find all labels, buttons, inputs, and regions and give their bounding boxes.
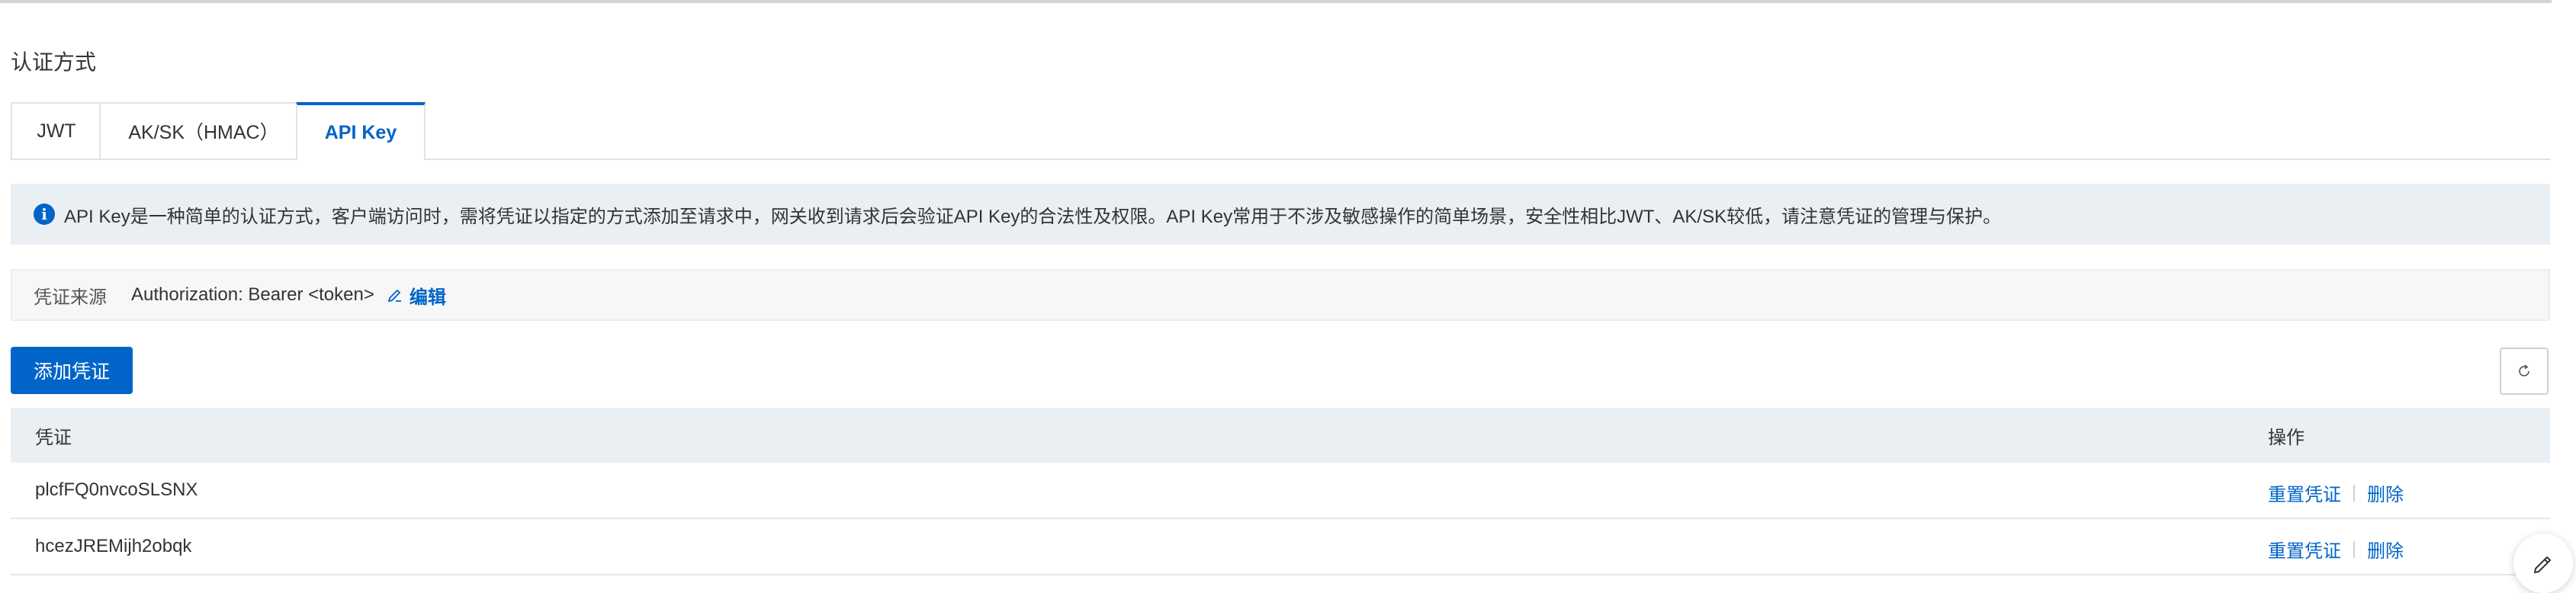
edit-link[interactable]: 编辑 xyxy=(410,282,446,309)
delete-link[interactable]: 删除 xyxy=(2367,479,2404,506)
floating-edit-button[interactable] xyxy=(2513,534,2573,593)
credential-value: plcfFQ0nvcoSLSNX xyxy=(35,479,198,500)
row-actions: 重置凭证 删除 xyxy=(2268,479,2404,506)
top-divider xyxy=(0,0,2552,3)
header-credential: 凭证 xyxy=(35,427,72,448)
tab-aksk-hmac[interactable]: AK/SK（HMAC） xyxy=(99,102,308,159)
refresh-button[interactable] xyxy=(2500,348,2549,395)
source-value: Authorization: Bearer <token> xyxy=(131,284,374,305)
info-text: API Key是一种简单的认证方式，客户端访问时，需将凭证以指定的方式添加至请求… xyxy=(64,206,2002,227)
header-actions: 操作 xyxy=(2268,427,2305,448)
reset-credential-link[interactable]: 重置凭证 xyxy=(2268,536,2341,563)
add-credential-button[interactable]: 添加凭证 xyxy=(11,347,133,394)
section-title: 认证方式 xyxy=(11,50,97,74)
tab-api-key[interactable]: API Key xyxy=(296,102,426,160)
credential-value: hcezJREMijh2obqk xyxy=(35,536,192,556)
delete-link[interactable]: 删除 xyxy=(2367,536,2404,563)
tab-jwt[interactable]: JWT xyxy=(11,102,101,159)
info-banner: i API Key是一种简单的认证方式，客户端访问时，需将凭证以指定的方式添加至… xyxy=(11,184,2550,245)
refresh-icon xyxy=(2519,364,2529,377)
table-row: plcfFQ0nvcoSLSNX 重置凭证 删除 xyxy=(11,463,2550,519)
credential-table: 凭证 操作 plcfFQ0nvcoSLSNX 重置凭证 删除 hcezJREMi… xyxy=(11,408,2550,575)
auth-tabs: JWT AK/SK（HMAC） API Key xyxy=(11,102,2550,160)
row-actions: 重置凭证 删除 xyxy=(2268,536,2404,563)
action-separator xyxy=(2353,484,2355,502)
source-label: 凭证来源 xyxy=(34,287,107,308)
pen-icon xyxy=(2533,556,2552,574)
table-header: 凭证 操作 xyxy=(11,408,2550,463)
edit-icon[interactable] xyxy=(387,287,403,303)
table-row: hcezJREMijh2obqk 重置凭证 删除 xyxy=(11,519,2550,575)
credential-source-row: 凭证来源 Authorization: Bearer <token> 编辑 xyxy=(11,269,2550,321)
reset-credential-link[interactable]: 重置凭证 xyxy=(2268,479,2341,506)
info-icon: i xyxy=(34,204,55,225)
action-separator xyxy=(2353,540,2355,558)
